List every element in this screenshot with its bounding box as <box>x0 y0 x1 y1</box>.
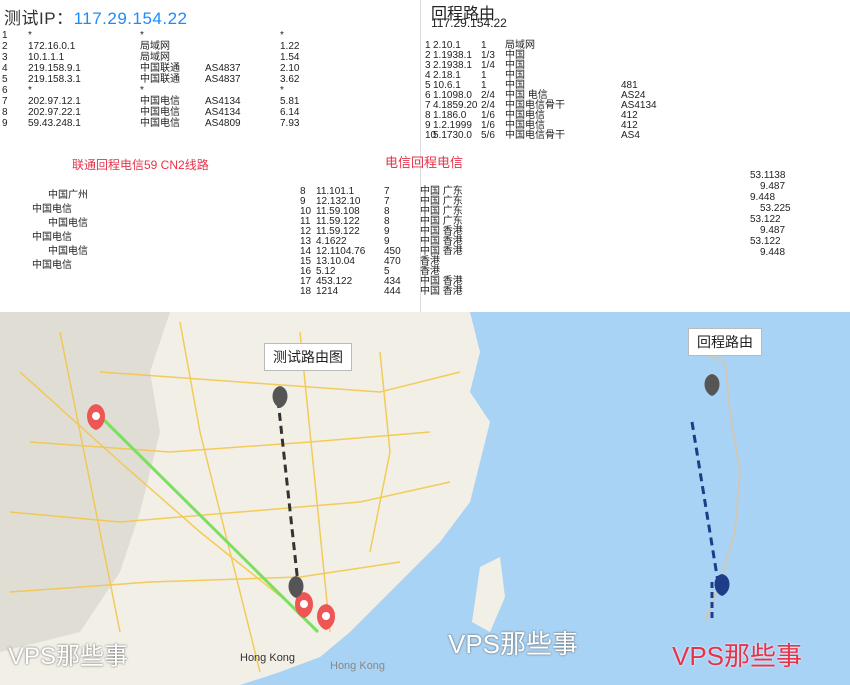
hop-as: AS4837 <box>205 63 241 74</box>
hop-host: 局域网 <box>140 41 170 52</box>
pin-blue-top <box>704 374 720 396</box>
hop-row: 9 59.43.248.1 中国电信 AS4809 7.93 <box>0 118 420 129</box>
hop-ip: 219.158.3.1 <box>28 74 81 85</box>
hop-no: 4 <box>2 63 8 74</box>
hop-host: * <box>140 30 144 41</box>
hop-row: 6 * * * <box>0 85 420 96</box>
hop-host: 中国电信 <box>140 96 180 107</box>
hop-row: 7 202.97.12.1 中国电信 AS4134 5.81 <box>0 96 420 107</box>
route-line-blue <box>690 421 720 583</box>
location-label: 中国电信 <box>32 204 72 215</box>
hop-t: 5/6 <box>481 130 495 141</box>
latency-value: 9.448 <box>750 192 776 203</box>
hop-host: 中国联通 <box>140 74 180 85</box>
hop-row: 10 5.1730.0 5/6 中国电信骨干 AS4 <box>421 130 850 141</box>
hop-as: AS4837 <box>205 74 241 85</box>
hop-t: 444 <box>384 286 401 297</box>
hop-row: 4 219.158.9.1 中国联通 AS4837 2.10 <box>0 63 420 74</box>
hop-ip: 1214 <box>316 286 339 297</box>
hop-host: * <box>140 85 144 96</box>
hop-t: 7.93 <box>280 118 300 129</box>
taiwan-island <box>472 557 505 632</box>
map-canvas <box>0 312 850 685</box>
hop-no: 5 <box>2 74 8 85</box>
test-ip-label: 测试IP： <box>4 9 74 28</box>
hop-as: AS4 <box>621 130 640 141</box>
watermark-middle: VPS那些事 <box>448 629 579 659</box>
hop-t: 1.22 <box>280 41 300 52</box>
hop-host: 局域网 <box>140 52 170 63</box>
hop-no: 9 <box>2 118 8 129</box>
hop-t: * <box>280 30 284 41</box>
hop-host: 中国联通 <box>140 63 180 74</box>
hop-ip: * <box>28 85 32 96</box>
latency-value: 53.122 <box>750 214 781 225</box>
hop-row: 5 219.158.3.1 中国联通 AS4837 3.62 <box>0 74 420 85</box>
hop-no: 7 <box>2 96 8 107</box>
hop-ip: 202.97.22.1 <box>28 107 81 118</box>
hop-host: 中国电信 <box>140 107 180 118</box>
location-label: 中国电信 <box>32 232 72 243</box>
hop-ip: 10.1.1.1 <box>28 52 65 63</box>
route-map[interactable]: 测试路由图 回程路由 Hong Kong Hong Kong VPS那些事 VP… <box>0 312 850 685</box>
route-note-right: 电信回程电信 <box>385 155 464 170</box>
latency-value: 9.487 <box>760 225 786 236</box>
hop-no: 8 <box>2 107 8 118</box>
hop-row: 2 172.16.0.1 局域网 1.22 <box>0 41 420 52</box>
route-note-left: 联通回程电信59 CN2线路 <box>72 158 209 172</box>
hop-row: 1 * * * <box>0 30 420 41</box>
hop-no: 6 <box>2 85 8 96</box>
hop-as: AS4134 <box>205 107 241 118</box>
latency-value: 9.448 <box>760 247 786 258</box>
latency-value: 53.122 <box>750 236 781 247</box>
hop-host: 中国电信 <box>140 118 180 129</box>
hop-t: 3.62 <box>280 74 300 85</box>
hop-ip: 172.16.0.1 <box>28 41 76 52</box>
right-panel-subtitle: 117.29.154.22 <box>431 16 507 30</box>
location-label: 中国电信 <box>32 260 72 271</box>
map-tag-left[interactable]: 测试路由图 <box>264 343 352 371</box>
hop-no: 3 <box>2 52 8 63</box>
latency-value: 9.487 <box>760 181 786 192</box>
hop-no: 2 <box>2 41 8 52</box>
hop-loc: 中国电信骨干 <box>505 130 565 141</box>
hop-ip: * <box>28 30 32 41</box>
location-label: 中国电信 <box>48 218 88 229</box>
location-label: 中国电信 <box>48 246 88 257</box>
hop-row: 3 10.1.1.1 局域网 1.54 <box>0 52 420 63</box>
watermark-left: VPS那些事 <box>8 643 129 670</box>
hop-ip: 219.158.9.1 <box>28 63 81 74</box>
hop-ip: 59.43.248.1 <box>28 118 81 129</box>
test-ip-link[interactable]: 117.29.154.22 <box>74 9 188 28</box>
hop-t: * <box>280 85 284 96</box>
location-label: 中国广州 <box>48 190 88 201</box>
hop-loc: 中国 香港 <box>420 286 463 297</box>
hop-t: 5.81 <box>280 96 300 107</box>
hong-kong-label: Hong Kong <box>240 652 296 664</box>
watermark-right: VPS那些事 <box>672 641 803 671</box>
hop-ip: 5.1730.0 <box>433 130 472 141</box>
hop-t: 2.10 <box>280 63 300 74</box>
hop-t: 1.54 <box>280 52 300 63</box>
hop-t: 6.14 <box>280 107 300 118</box>
latency-value: 53.225 <box>760 203 791 214</box>
hop-no: 18 <box>300 286 312 297</box>
hop-row: 18 1214 444 中国 香港 <box>300 286 560 297</box>
latency-value: 53.1138 <box>750 170 786 181</box>
map-tag-right[interactable]: 回程路由 <box>688 328 762 356</box>
hop-row: 8 202.97.22.1 中国电信 AS4134 6.14 <box>0 107 420 118</box>
hop-as: AS4809 <box>205 118 241 129</box>
hong-kong-label-2: Hong Kong <box>330 660 386 672</box>
test-ip-title: 测试IP：117.29.154.22 <box>4 4 188 29</box>
hop-ip: 202.97.12.1 <box>28 96 81 107</box>
hop-as: AS4134 <box>205 96 241 107</box>
hop-no: 1 <box>2 30 8 41</box>
